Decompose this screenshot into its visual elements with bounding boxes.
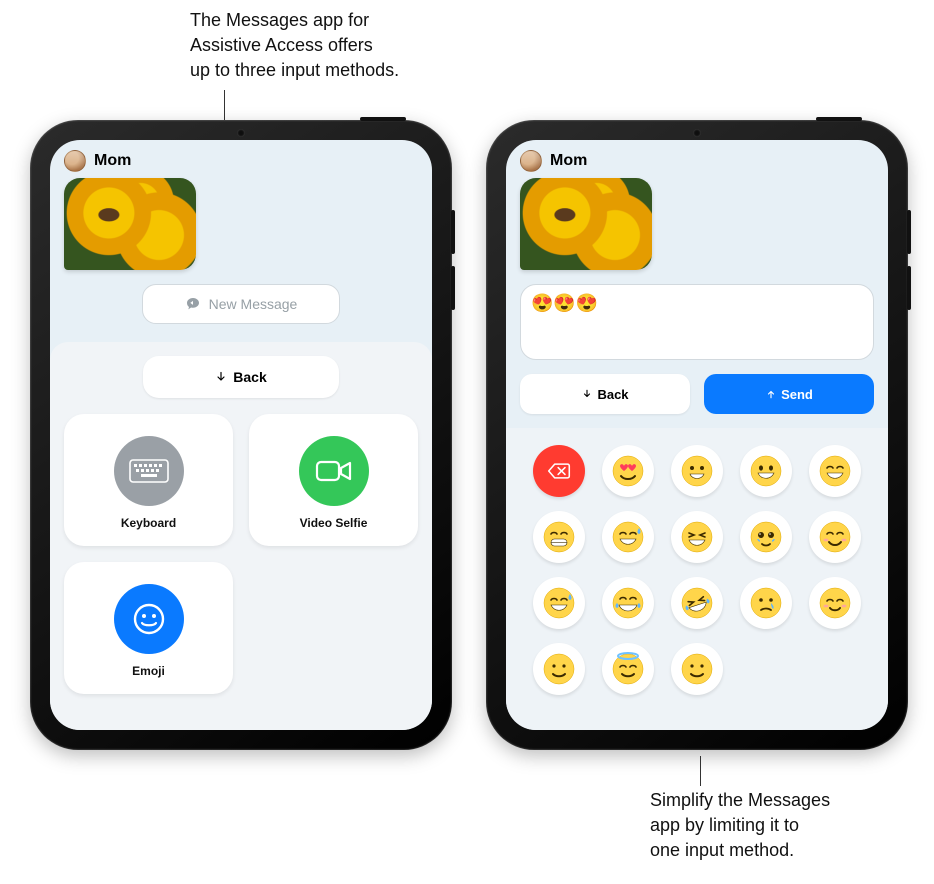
emoji-key-grin-open[interactable]	[671, 445, 723, 497]
emoji-key-heart-eyes[interactable]	[602, 445, 654, 497]
emoji-key-blush-smile[interactable]	[809, 511, 861, 563]
ipad-right: Mom 😍😍😍 Back Send	[486, 120, 908, 750]
emoji-key-halo[interactable]	[602, 643, 654, 695]
method-emoji-label: Emoji	[132, 664, 165, 678]
emoji-icon	[114, 584, 184, 654]
volume-up	[451, 210, 455, 254]
back-button[interactable]: Back	[520, 374, 690, 414]
emoji-key-slight-smile[interactable]	[533, 643, 585, 695]
back-button[interactable]: Back	[143, 356, 339, 398]
method-keyboard[interactable]: Keyboard	[64, 414, 233, 546]
callout-bottom: Simplify the Messages app by limiting it…	[650, 788, 830, 864]
action-row: Back Send	[506, 360, 888, 414]
received-image	[64, 178, 196, 270]
conversation-header: Mom	[50, 140, 432, 178]
keyboard-icon	[114, 436, 184, 506]
method-video-selfie[interactable]: Video Selfie	[249, 414, 418, 546]
emoji-key-tears-joy[interactable]	[602, 577, 654, 629]
arrow-down-icon	[215, 371, 227, 383]
delete-key[interactable]	[533, 445, 585, 497]
message-area	[506, 178, 888, 270]
emoji-keyboard	[506, 428, 888, 730]
emoji-key-laugh-squint[interactable]	[671, 511, 723, 563]
callout-top: The Messages app for Assistive Access of…	[190, 8, 399, 84]
received-image	[520, 178, 652, 270]
power-button	[816, 117, 862, 121]
callout-bottom-line	[700, 756, 701, 786]
method-video-label: Video Selfie	[300, 516, 368, 530]
emoji-key-relaxed[interactable]	[809, 577, 861, 629]
emoji-key-beaming[interactable]	[533, 511, 585, 563]
ipad-left: Mom New Message Back	[30, 120, 452, 750]
volume-down	[451, 266, 455, 310]
method-keyboard-label: Keyboard	[121, 516, 176, 530]
avatar	[64, 150, 86, 172]
back-label: Back	[233, 369, 266, 385]
emoji-key-sweat-grin[interactable]	[602, 511, 654, 563]
conversation-header: Mom	[506, 140, 888, 178]
arrow-up-icon	[765, 388, 777, 400]
video-icon	[299, 436, 369, 506]
send-button[interactable]: Send	[704, 374, 874, 414]
front-camera	[693, 129, 701, 137]
new-message-field[interactable]: New Message	[142, 284, 340, 324]
arrow-down-icon	[581, 388, 593, 400]
avatar	[520, 150, 542, 172]
emoji-grid	[524, 438, 870, 702]
screen: Mom 😍😍😍 Back Send	[506, 140, 888, 730]
emoji-key-cry[interactable]	[740, 577, 792, 629]
contact-name: Mom	[550, 152, 587, 170]
power-button	[360, 117, 406, 121]
method-grid: Keyboard Video Selfie	[64, 414, 418, 694]
emoji-key-sweat-grin[interactable]	[533, 577, 585, 629]
chat-icon	[185, 296, 201, 312]
front-camera	[237, 129, 245, 137]
emoji-key-holding-tears[interactable]	[740, 511, 792, 563]
message-area: New Message	[50, 178, 432, 324]
emoji-key-slight-smile[interactable]	[671, 643, 723, 695]
compose-value: 😍😍😍	[531, 293, 598, 314]
emoji-key-grin-smile-eyes[interactable]	[809, 445, 861, 497]
back-label: Back	[597, 387, 628, 402]
method-emoji[interactable]: Emoji	[64, 562, 233, 694]
new-message-label: New Message	[209, 296, 298, 312]
emoji-key-rofl[interactable]	[671, 577, 723, 629]
volume-down	[907, 266, 911, 310]
send-label: Send	[781, 387, 813, 402]
screen: Mom New Message Back	[50, 140, 432, 730]
volume-up	[907, 210, 911, 254]
emoji-key-grin-big[interactable]	[740, 445, 792, 497]
compose-field[interactable]: 😍😍😍	[520, 284, 874, 360]
contact-name: Mom	[94, 152, 131, 170]
input-method-panel: Back	[50, 342, 432, 730]
